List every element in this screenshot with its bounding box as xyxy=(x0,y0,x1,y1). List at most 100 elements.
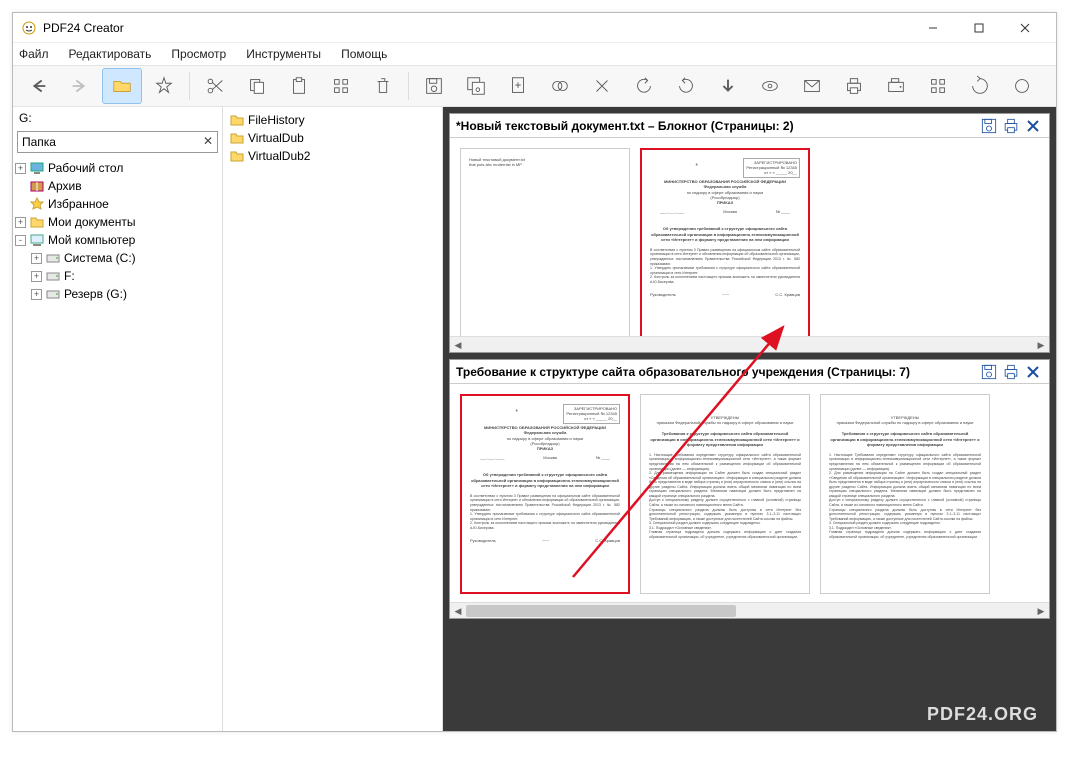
document-body: ЗАРЕГИСТРИРОВАНОРегистрационный № 12345о… xyxy=(450,384,1049,602)
file-list-item[interactable]: VirtualDub xyxy=(229,129,436,147)
docs-icon xyxy=(29,214,45,230)
print-icon[interactable] xyxy=(834,68,874,104)
tree-expander[interactable]: + xyxy=(31,271,42,282)
close-button[interactable] xyxy=(1002,13,1048,43)
menu-файл[interactable]: Файл xyxy=(19,47,49,61)
more-icon[interactable] xyxy=(1002,68,1042,104)
tree-item[interactable]: - Мой компьютер xyxy=(15,231,220,249)
tree-label: Мои документы xyxy=(48,215,135,229)
tree-label: Система (C:) xyxy=(64,251,136,265)
scroll-thumb[interactable] xyxy=(466,605,736,617)
tree-item[interactable]: + Мои документы xyxy=(15,213,220,231)
tool1-icon[interactable] xyxy=(582,68,622,104)
fax-icon[interactable] xyxy=(876,68,916,104)
app-window: PDF24 Creator Файл Редактировать Просмотр И… xyxy=(12,12,1057,732)
tree-label: F: xyxy=(64,269,75,283)
app-icon xyxy=(21,20,37,36)
tree-label: Рабочий стол xyxy=(48,161,123,175)
copy-icon[interactable] xyxy=(237,68,277,104)
file-list-item[interactable]: VirtualDub2 xyxy=(229,147,436,165)
tree-expander[interactable]: - xyxy=(15,235,26,246)
tree-item[interactable]: Архив xyxy=(15,177,220,195)
window-title: PDF24 Creator xyxy=(43,21,910,35)
menu-инструменты[interactable]: Инструменты xyxy=(246,47,321,61)
cut-icon[interactable] xyxy=(195,68,235,104)
page-thumbnail[interactable]: ЗАРЕГИСТРИРОВАНОРегистрационный № 12345о… xyxy=(460,394,630,594)
page-thumbnail[interactable]: ЗАРЕГИСТРИРОВАНОРегистрационный № 12345о… xyxy=(640,148,810,336)
menu-просмотр[interactable]: Просмотр xyxy=(171,47,226,61)
back-icon[interactable] xyxy=(18,68,58,104)
grid-icon[interactable] xyxy=(321,68,361,104)
disk-icon xyxy=(45,286,61,302)
disk-icon xyxy=(45,268,61,284)
titlebar: PDF24 Creator xyxy=(13,13,1056,43)
tree-expander[interactable]: + xyxy=(15,163,26,174)
doc-save-icon[interactable] xyxy=(979,116,999,136)
doc-close-icon[interactable] xyxy=(1023,362,1043,382)
maximize-button[interactable] xyxy=(956,13,1002,43)
tree-label: Резерв (G:) xyxy=(64,287,127,301)
doc-save-icon[interactable] xyxy=(979,362,999,382)
clear-icon[interactable]: ✕ xyxy=(203,134,213,148)
file-list-item[interactable]: FileHistory xyxy=(229,111,436,129)
horizontal-scrollbar[interactable]: ◀▶ xyxy=(450,602,1049,618)
window-controls xyxy=(910,13,1048,43)
menu-помощь[interactable]: Помощь xyxy=(341,47,387,61)
document-group: *Новый текстовый документ.txt – Блокнот … xyxy=(449,113,1050,353)
tree-item[interactable]: + Система (C:) xyxy=(15,249,220,267)
drive-label: G: xyxy=(13,107,222,129)
minimize-button[interactable] xyxy=(910,13,956,43)
tree-item[interactable]: + F: xyxy=(15,267,220,285)
delete-icon[interactable] xyxy=(363,68,403,104)
tree-expander[interactable]: + xyxy=(15,217,26,228)
document-body: Новый текстовый документ.txtthat puts ab… xyxy=(450,138,1049,336)
save-icon[interactable] xyxy=(414,68,454,104)
tree-label: Мой компьютер xyxy=(48,233,135,247)
save-all-icon[interactable] xyxy=(456,68,496,104)
rotate-left-icon[interactable] xyxy=(624,68,664,104)
page-thumbnail[interactable]: УТВЕРЖДЕНЫприказом Федеральной службы по… xyxy=(820,394,990,594)
document-title: Требование к структуре сайта образовател… xyxy=(456,365,910,379)
open-folder-icon[interactable] xyxy=(102,68,142,104)
scroll-right-icon[interactable]: ▶ xyxy=(1033,603,1049,619)
doc-close-icon[interactable] xyxy=(1023,116,1043,136)
scroll-right-icon[interactable]: ▶ xyxy=(1033,337,1049,353)
folder-dropdown-label: Папка xyxy=(22,135,56,149)
tree-expander[interactable]: + xyxy=(31,253,42,264)
tree-label: Избранное xyxy=(48,197,109,211)
watermark: PDF24.ORG xyxy=(927,704,1038,725)
document-group: Требование к структуре сайта образовател… xyxy=(449,359,1050,619)
rotate-icon[interactable] xyxy=(960,68,1000,104)
document-header: *Новый текстовый документ.txt – Блокнот … xyxy=(450,114,1049,138)
scroll-left-icon[interactable]: ◀ xyxy=(450,337,466,353)
folder-icon xyxy=(229,112,245,128)
page-thumbnail[interactable]: УТВЕРЖДЕНЫприказом Федеральной службы по… xyxy=(640,394,810,594)
arrow-down-icon[interactable] xyxy=(708,68,748,104)
document-title: *Новый текстовый документ.txt – Блокнот … xyxy=(456,119,794,133)
tree-item[interactable]: + Резерв (G:) xyxy=(15,285,220,303)
horizontal-scrollbar[interactable]: ◀▶ xyxy=(450,336,1049,352)
desktop-icon xyxy=(29,160,45,176)
document-header: Требование к структуре сайта образовател… xyxy=(450,360,1049,384)
grid2-icon[interactable] xyxy=(918,68,958,104)
preview-icon[interactable] xyxy=(750,68,790,104)
tree-item[interactable]: Избранное xyxy=(15,195,220,213)
merge-icon[interactable] xyxy=(540,68,580,104)
doc-print-icon[interactable] xyxy=(1001,362,1021,382)
scroll-left-icon[interactable]: ◀ xyxy=(450,603,466,619)
forward-icon[interactable] xyxy=(60,68,100,104)
favorites-icon xyxy=(29,196,45,212)
rotate-right-icon[interactable] xyxy=(666,68,706,104)
tree-item[interactable]: + Рабочий стол xyxy=(15,159,220,177)
paste-icon[interactable] xyxy=(279,68,319,104)
folder-dropdown[interactable]: Папка ✕ xyxy=(17,131,218,153)
menu-редактировать[interactable]: Редактировать xyxy=(69,47,152,61)
email-icon[interactable] xyxy=(792,68,832,104)
doc-print-icon[interactable] xyxy=(1001,116,1021,136)
toolbar xyxy=(13,65,1056,107)
page-thumbnail[interactable]: Новый текстовый документ.txtthat puts ab… xyxy=(460,148,630,336)
new-doc-icon[interactable] xyxy=(498,68,538,104)
tree-expander[interactable]: + xyxy=(31,289,42,300)
computer-icon xyxy=(29,232,45,248)
favorite-icon[interactable] xyxy=(144,68,184,104)
